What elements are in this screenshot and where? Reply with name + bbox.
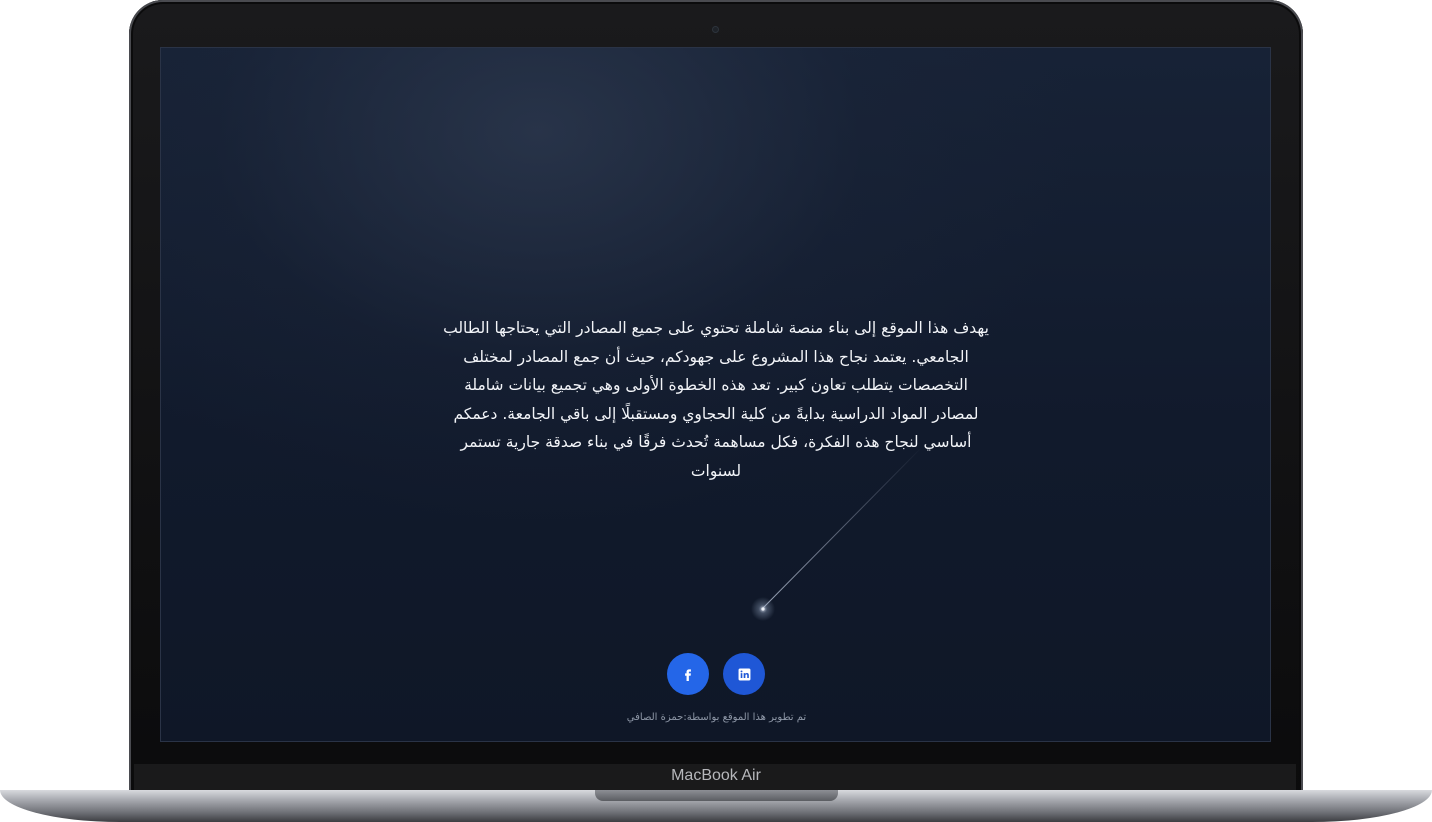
- laptop-base-notch: [595, 790, 838, 801]
- webcam: [712, 26, 719, 33]
- linkedin-button[interactable]: [723, 653, 765, 695]
- about-paragraph: يهدف هذا الموقع إلى بناء منصة شاملة تحتو…: [443, 319, 989, 480]
- laptop-screen: يهدف هذا الموقع إلى بناء منصة شاملة تحتو…: [160, 47, 1271, 742]
- laptop-mockup: يهدف هذا الموقع إلى بناء منصة شاملة تحتو…: [0, 0, 1432, 822]
- linkedin-icon: [738, 668, 750, 680]
- facebook-icon: [685, 669, 691, 681]
- social-links: [667, 653, 765, 695]
- developer-credit: تم تطوير هذا الموقع بواسطة:حمزة الصافي: [626, 712, 807, 723]
- device-model-label: MacBook Air: [671, 767, 761, 784]
- facebook-button[interactable]: [667, 653, 709, 695]
